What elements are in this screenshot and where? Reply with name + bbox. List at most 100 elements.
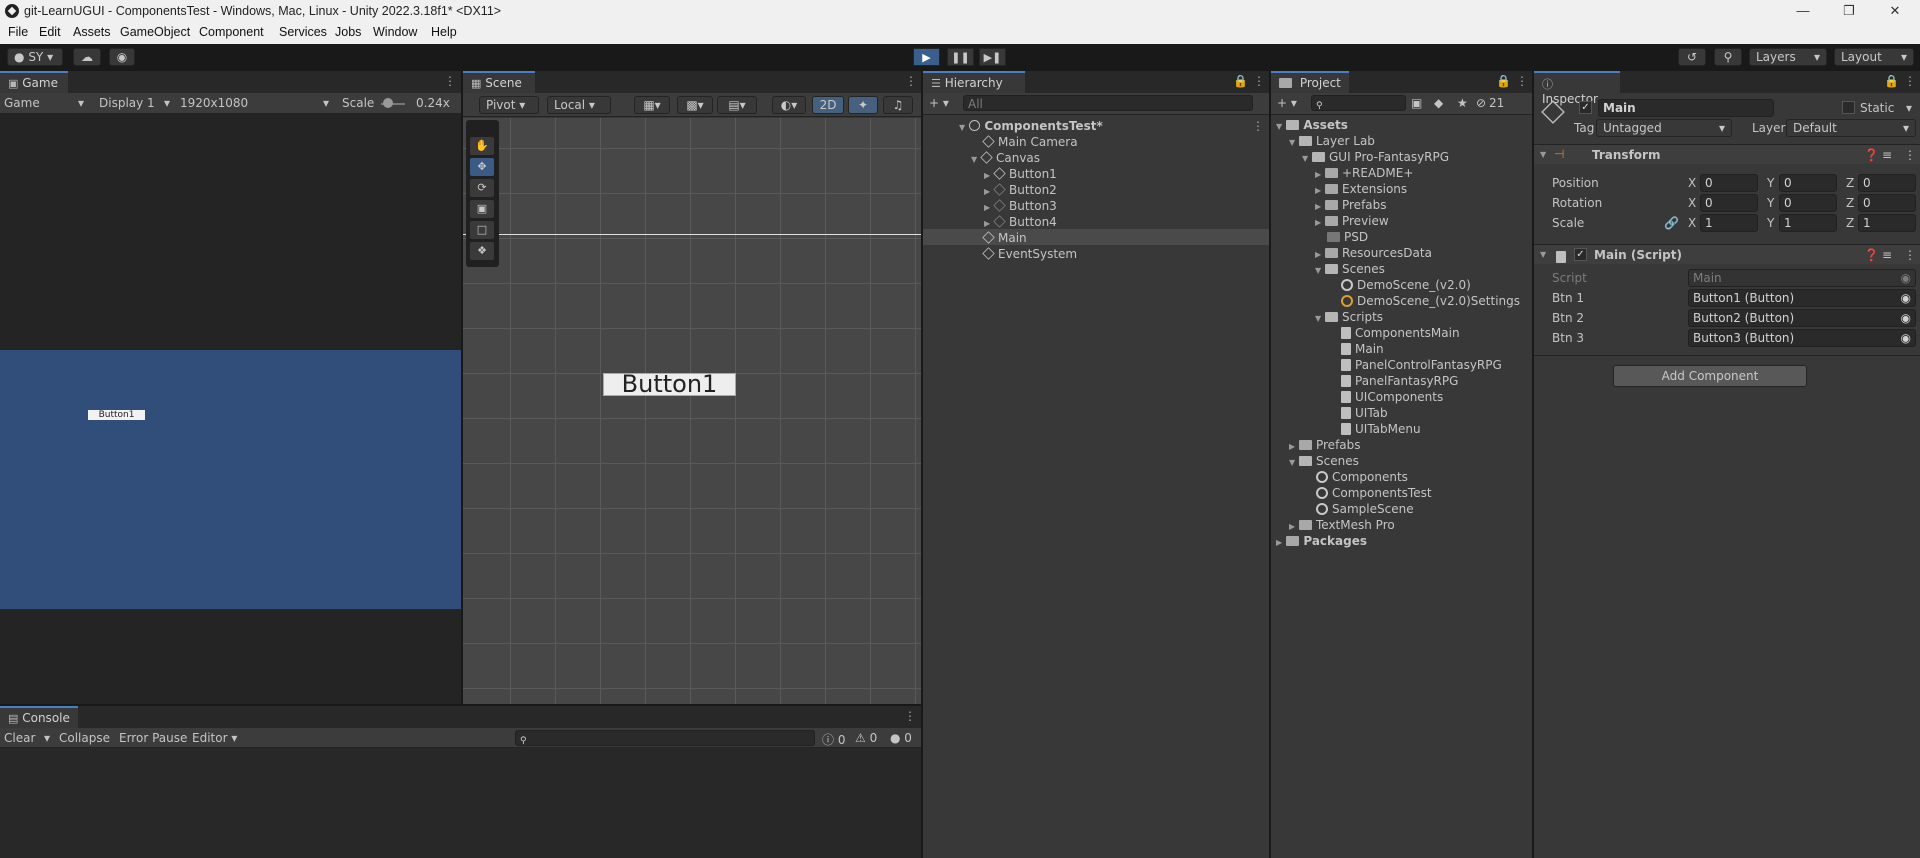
layer-dropdown[interactable]: Default ▾ (1786, 119, 1916, 137)
hidden-packages-icon[interactable]: ⊘ (1476, 96, 1486, 110)
resolution-dropdown[interactable]: 1920x1080 (180, 96, 248, 110)
game-button1[interactable]: Button1 (88, 410, 145, 420)
menu-assets[interactable]: Assets (73, 25, 111, 39)
project-asset[interactable]: ComponentsMain (1341, 326, 1460, 340)
position-y-field[interactable]: 0 (1779, 174, 1837, 192)
btn3-field[interactable]: Button3 (Button) ◉ (1688, 329, 1916, 347)
maximize-icon[interactable]: ❐ (1826, 0, 1872, 23)
project-folder[interactable]: ▶ Prefabs (1289, 438, 1361, 452)
mode-2d-toggle[interactable]: 2D (812, 96, 844, 114)
history-icon[interactable]: ↺ (1678, 48, 1706, 66)
play-button[interactable]: ▶ (913, 48, 940, 66)
panel-menu-icon[interactable]: ⋮ (1516, 74, 1528, 88)
btn2-field[interactable]: Button2 (Button) ◉ (1688, 309, 1916, 327)
tab-hierarchy[interactable]: ☰ Hierarchy (923, 71, 1025, 93)
close-icon[interactable]: ✕ (1872, 0, 1918, 23)
project-asset[interactable]: Main (1341, 342, 1384, 356)
scale-z-field[interactable]: 1 (1858, 214, 1916, 232)
script-enabled-checkbox[interactable]: ✓ (1574, 248, 1587, 261)
project-folder[interactable]: ▼ GUI Pro-FantasyRPG (1302, 150, 1449, 164)
static-dropdown[interactable]: ▾ (1906, 101, 1912, 115)
search-icon[interactable]: ⚲ (1714, 48, 1742, 66)
project-asset[interactable]: DemoScene_(v2.0)Settings (1341, 294, 1520, 308)
scale-y-field[interactable]: 1 (1779, 214, 1837, 232)
favorite-icon[interactable]: ★ (1457, 96, 1468, 110)
project-folder[interactable]: ▼ Scripts (1315, 310, 1383, 324)
lock-icon[interactable]: 🔒 (1884, 74, 1899, 88)
menu-component[interactable]: Component (199, 25, 264, 39)
dropdown-arrow-icon[interactable]: ▾ (44, 731, 50, 745)
active-checkbox[interactable]: ✓ (1579, 101, 1592, 114)
snap-increment-icon[interactable]: ▩▾ (677, 96, 713, 114)
hierarchy-item[interactable]: ▶ Button3 (984, 199, 1057, 213)
create-button[interactable]: + ▾ (929, 96, 949, 110)
error-count[interactable]: ● 0 (890, 731, 912, 745)
panel-menu-icon[interactable]: ⋮ (444, 74, 456, 88)
audio-icon[interactable]: ♫ (883, 96, 913, 114)
project-asset[interactable]: UITab (1341, 406, 1388, 420)
game-mode-dropdown[interactable]: Game (4, 96, 40, 110)
step-button[interactable]: ▶❚ (979, 48, 1006, 66)
project-folder[interactable]: ▼ Layer Lab (1289, 134, 1375, 148)
display-dropdown[interactable]: Display 1 (99, 96, 155, 110)
project-folder[interactable]: ▶ Prefabs (1315, 198, 1387, 212)
project-folder[interactable]: ▶ Preview (1315, 214, 1389, 228)
preset-icon[interactable]: ≡ (1882, 248, 1892, 262)
tab-scene[interactable]: ▦ Scene (463, 71, 535, 93)
scale-tool-icon[interactable]: ▣ (470, 200, 494, 218)
layers-dropdown[interactable]: Layers ▾ (1749, 48, 1827, 66)
panel-menu-icon[interactable]: ⋮ (904, 709, 916, 723)
tag-dropdown[interactable]: Untagged ▾ (1596, 119, 1732, 137)
search-by-type-icon[interactable]: ▣ (1411, 96, 1422, 110)
project-asset[interactable]: ComponentsTest (1316, 486, 1432, 500)
transform-header[interactable]: ▼ ⊣ Transform ❓ ≡ ⋮ (1534, 144, 1920, 164)
scene-menu-icon[interactable]: ⋮ (1252, 119, 1264, 133)
add-component-button[interactable]: Add Component (1613, 365, 1807, 387)
pause-button[interactable]: ❚❚ (947, 48, 974, 66)
hierarchy-item[interactable]: ▼ Canvas (971, 151, 1040, 165)
script-component-header[interactable]: ▼ ✓ Main (Script) ❓ ≡ ⋮ (1534, 244, 1920, 264)
scene-root[interactable]: ▼ ComponentsTest* (959, 119, 1103, 133)
hierarchy-item[interactable]: ▶ Button2 (984, 183, 1057, 197)
lighting-icon[interactable]: ✦ (848, 96, 878, 114)
rotation-z-field[interactable]: 0 (1858, 194, 1916, 212)
minimize-icon[interactable]: — (1780, 0, 1826, 23)
warning-count[interactable]: ⚠ 0 (855, 731, 877, 745)
hierarchy-item[interactable]: ▶ Button4 (984, 215, 1057, 229)
grid-snap-icon[interactable]: ▦▾ (634, 96, 670, 114)
local-dropdown[interactable]: Local ▾ (547, 96, 611, 114)
rect-tool-icon[interactable]: □ (470, 221, 494, 239)
tab-game[interactable]: ▣ Game (0, 71, 68, 93)
project-folder[interactable]: ▶ Extensions (1315, 182, 1407, 196)
menu-help[interactable]: Help (431, 25, 457, 39)
menu-window[interactable]: Window (373, 25, 417, 39)
panel-menu-icon[interactable]: ⋮ (905, 74, 917, 88)
lock-icon[interactable]: 🔒 (1233, 74, 1248, 88)
hierarchy-item[interactable]: ▶ Button1 (984, 167, 1057, 181)
pivot-dropdown[interactable]: Pivot ▾ (479, 96, 539, 114)
clear-button[interactable]: Clear (4, 731, 35, 745)
project-asset[interactable]: DemoScene_(v2.0) (1341, 278, 1471, 292)
error-pause-button[interactable]: Error Pause (119, 731, 187, 745)
preset-icon[interactable]: ≡ (1882, 148, 1892, 162)
hierarchy-search-input[interactable]: All (963, 95, 1253, 111)
project-folder[interactable]: ▶ TextMesh Pro (1289, 518, 1395, 532)
tab-project[interactable]: Project (1271, 71, 1349, 93)
project-folder[interactable]: ▶ Packages (1276, 534, 1367, 548)
log-count[interactable]: ⓘ 0 (822, 731, 845, 748)
btn1-field[interactable]: Button1 (Button) ◉ (1688, 289, 1916, 307)
component-menu-icon[interactable]: ⋮ (1904, 148, 1916, 162)
project-folder[interactable]: ▶ ResourcesData (1315, 246, 1432, 260)
lock-icon[interactable]: 🔒 (1496, 74, 1511, 88)
constrain-scale-icon[interactable]: 🔗 (1664, 216, 1679, 230)
menu-file[interactable]: File (8, 25, 28, 39)
project-asset[interactable]: PanelControlFantasyRPG (1341, 358, 1502, 372)
scale-x-field[interactable]: 1 (1700, 214, 1758, 232)
tab-inspector[interactable]: ⓘ Inspector (1534, 71, 1620, 106)
menu-services[interactable]: Services (279, 25, 327, 39)
rotate-tool-icon[interactable]: ⟳ (470, 179, 494, 197)
hierarchy-item[interactable]: Main (982, 231, 1027, 245)
project-search-input[interactable]: ⚲ (1311, 95, 1406, 111)
search-by-label-icon[interactable]: ◆ (1434, 96, 1443, 110)
hierarchy-item[interactable]: Main Camera (982, 135, 1078, 149)
